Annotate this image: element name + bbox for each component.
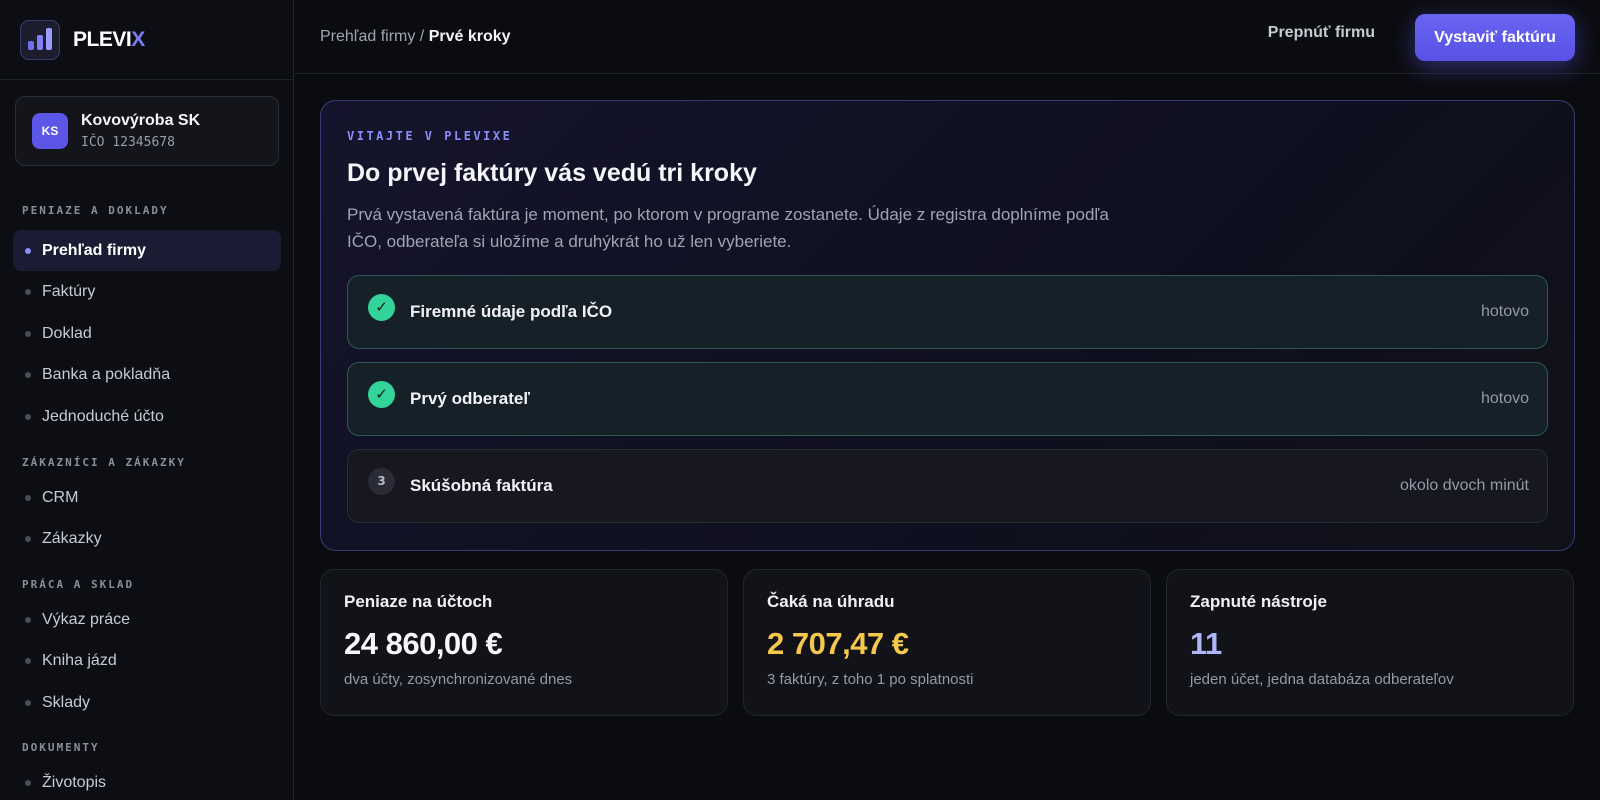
- checkmark-icon: ✓: [368, 380, 395, 408]
- brand-logo[interactable]: PLEVIX: [0, 0, 293, 80]
- bullet-icon: [25, 616, 31, 623]
- step-label: Firemné údaje podľa IČO: [410, 302, 613, 321]
- sidebar-item-label: Výkaz práce: [42, 610, 131, 628]
- sidebar-item-label: Doklad: [42, 324, 92, 342]
- breadcrumb-current: Prvé kroky: [428, 27, 511, 45]
- bullet-icon: [25, 288, 31, 295]
- breadcrumb-parent[interactable]: Prehľad firmy: [320, 28, 415, 45]
- brand-name: PLEVIX: [73, 27, 145, 51]
- bullet-icon: [25, 657, 31, 664]
- stat-title: Zapnuté nástroje: [1190, 592, 1327, 611]
- step-status: hotovo: [1480, 303, 1529, 320]
- sidebar-item-sklady[interactable]: Sklady: [13, 682, 281, 723]
- company-avatar: KS: [32, 113, 68, 149]
- sidebar-item-label: Sklady: [42, 693, 91, 711]
- bullet-icon: [25, 247, 31, 254]
- breadcrumb: Prehľad firmy / Prvé kroky: [320, 28, 511, 46]
- sidebar-item-faktury[interactable]: Faktúry: [13, 271, 281, 312]
- onboarding-step-company-data[interactable]: ✓ Firemné údaje podľa IČO hotovo: [347, 275, 1548, 349]
- sidebar-item-zakazky[interactable]: Zákazky: [13, 518, 281, 559]
- stat-title: Peniaze na účtoch: [344, 592, 493, 611]
- step-number-badge: 3: [368, 467, 395, 495]
- sidebar-item-prehlad-firmy[interactable]: Prehľad firmy: [13, 230, 281, 271]
- onboarding-step-first-customer[interactable]: ✓ Prvý odberateľ hotovo: [347, 362, 1548, 436]
- company-switcher-card[interactable]: KS Kovovýroba SK IČO 12345678: [15, 96, 279, 166]
- nav-section-money: PENIAZE A DOKLADY: [22, 204, 169, 217]
- bullet-icon: [25, 371, 31, 378]
- sidebar-item-label: Životopis: [42, 773, 107, 791]
- company-ico: IČO 12345678: [81, 135, 175, 150]
- sidebar-item-label: Zákazky: [42, 529, 102, 547]
- sidebar-item-kniha-jazd[interactable]: Kniha jázd: [13, 640, 281, 681]
- top-bar: Prehľad firmy / Prvé kroky Prepnúť firmu…: [295, 0, 1600, 74]
- create-invoice-button[interactable]: Vystaviť faktúru: [1415, 14, 1575, 61]
- nav-section-work: PRÁCA A SKLAD: [22, 578, 135, 591]
- sidebar-item-label: Banka a pokladňa: [42, 365, 171, 383]
- bullet-icon: [25, 330, 31, 337]
- onboarding-title: Do prvej faktúry vás vedú tri kroky: [347, 159, 757, 187]
- sidebar-item-crm[interactable]: CRM: [13, 477, 281, 518]
- sidebar-item-label: CRM: [42, 488, 79, 506]
- bullet-icon: [25, 779, 31, 786]
- stat-card-enabled-tools[interactable]: Zapnuté nástroje 11 jeden účet, jedna da…: [1166, 569, 1574, 716]
- breadcrumb-separator: /: [415, 27, 429, 45]
- stat-value: 24 860,00 €: [344, 626, 503, 661]
- sidebar-item-label: Faktúry: [42, 282, 96, 300]
- onboarding-step-test-invoice[interactable]: 3 Skúšobná faktúra okolo dvoch minút: [347, 449, 1548, 523]
- nav-section-documents: DOKUMENTY: [22, 741, 100, 754]
- stat-subtext: 3 faktúry, z toho 1 po splatnosti: [767, 671, 974, 688]
- sidebar-item-jednoduche-ucto[interactable]: Jednoduché účto: [13, 396, 281, 437]
- sidebar-item-doklad[interactable]: Doklad: [13, 313, 281, 354]
- bullet-icon: [25, 494, 31, 501]
- sidebar: PLEVIX KS Kovovýroba SK IČO 12345678 PEN…: [0, 0, 294, 800]
- step-label: Skúšobná faktúra: [410, 476, 553, 495]
- step-status: hotovo: [1480, 390, 1529, 407]
- sidebar-item-label: Prehľad firmy: [42, 241, 146, 259]
- checkmark-icon: ✓: [368, 293, 395, 321]
- stat-title: Čaká na úhradu: [767, 592, 895, 611]
- sidebar-item-zivotopis[interactable]: Životopis: [13, 762, 281, 800]
- stat-subtext: jeden účet, jedna databáza odberateľov: [1190, 671, 1454, 688]
- stat-value: 2 707,47 €: [767, 626, 909, 661]
- bar-chart-logo-icon: [20, 19, 60, 60]
- bullet-icon: [25, 413, 31, 420]
- stat-value: 11: [1190, 626, 1222, 661]
- stat-card-awaiting-payment[interactable]: Čaká na úhradu 2 707,47 € 3 faktúry, z t…: [743, 569, 1151, 716]
- switch-company-button[interactable]: Prepnúť firmu: [1268, 24, 1375, 42]
- sidebar-item-label: Jednoduché účto: [42, 407, 164, 425]
- onboarding-eyebrow: VITAJTE V PLEVIXE: [347, 129, 513, 143]
- stat-card-accounts[interactable]: Peniaze na účtoch 24 860,00 € dva účty, …: [320, 569, 728, 716]
- sidebar-item-vykaz-prace[interactable]: Výkaz práce: [13, 599, 281, 640]
- step-status: okolo dvoch minút: [1400, 477, 1529, 494]
- onboarding-panel: VITAJTE V PLEVIXE Do prvej faktúry vás v…: [320, 100, 1575, 551]
- stat-subtext: dva účty, zosynchronizované dnes: [344, 671, 573, 688]
- step-label: Prvý odberateľ: [410, 389, 530, 408]
- bullet-icon: [25, 535, 31, 542]
- sidebar-item-label: Kniha jázd: [42, 651, 117, 669]
- company-name: Kovovýroba SK: [81, 112, 201, 129]
- sidebar-item-banka[interactable]: Banka a pokladňa: [13, 354, 281, 395]
- nav-section-customers: ZÁKAZNÍCI A ZÁKAZKY: [22, 456, 186, 469]
- onboarding-description: Prvá vystavená faktúra je moment, po kto…: [347, 205, 1109, 251]
- bullet-icon: [25, 699, 31, 706]
